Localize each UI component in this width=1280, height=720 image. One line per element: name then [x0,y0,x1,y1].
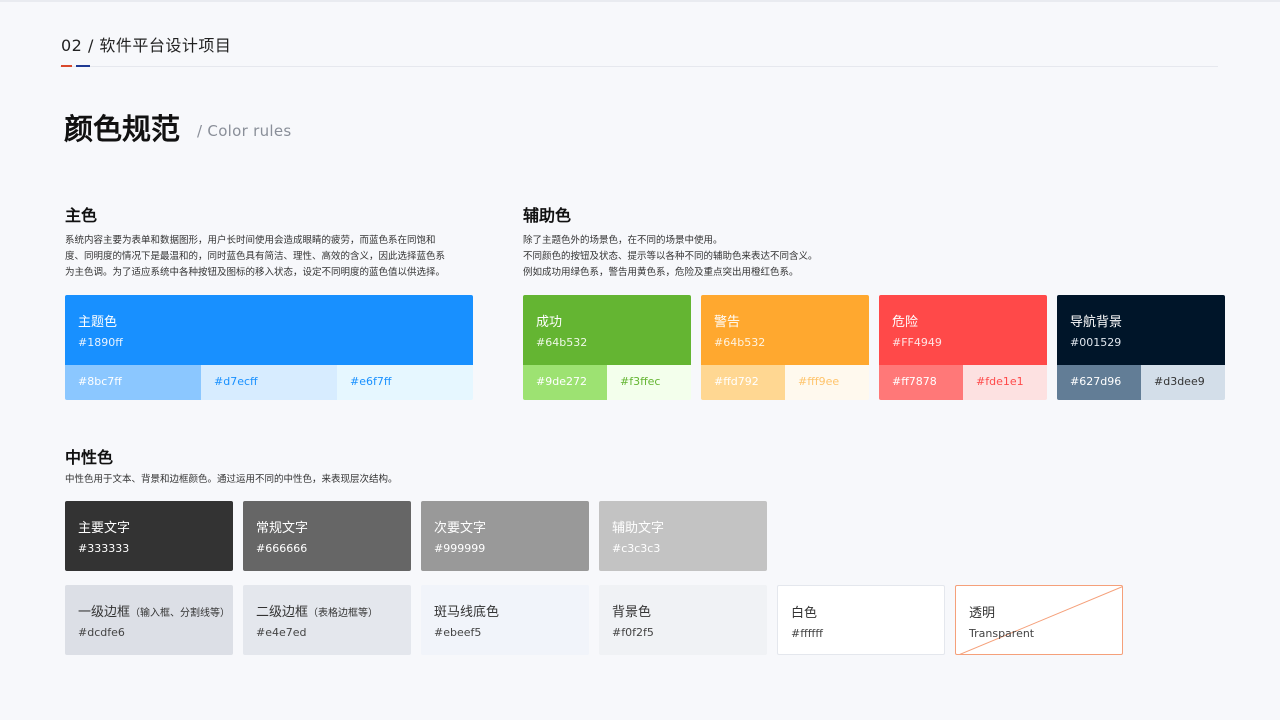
primary-tint-swatch: #e6f7ff [337,365,473,400]
nav-tint-swatch: #627d96 [1057,365,1141,400]
secondary-desc-line: 除了主题色外的场景色，在不同的场景中使用。 [523,235,723,246]
neutral-swatch-regular-text: 常规文字 #666666 [243,501,411,571]
swatch-name: 主要文字 [78,521,131,536]
danger-tint-swatch: #fde1e1 [963,365,1047,400]
swatch-name: 一级边框（输入框、分割线等） [78,601,230,620]
swatch-hex: #f0f2f5 [612,626,654,639]
neutral-swatch-auxiliary-text: 辅助文字 #c3c3c3 [599,501,767,571]
primary-swatch: 主题色 #1890ff [65,295,473,365]
primary-desc-line: 度、同明度的情况下是最温和的，同时蓝色具有简洁、理性、高效的含义，因此选择蓝色系 [65,251,446,262]
top-border [0,0,1280,2]
swatch-note: （输入框、分割线等） [130,608,231,619]
secondary-desc-line: 例如成功用绿色系，警告用黄色系，危险及重点突出用橙红色系。 [523,267,799,278]
tint-hex: #ffd792 [714,375,759,388]
tint-hex: #9de272 [536,375,587,388]
primary-section-title: 主色 [65,206,98,225]
header-accent-blue [76,65,90,67]
primary-color-card: 主题色 #1890ff #8bc7ff #d7ecff #e6f7ff [65,295,473,400]
page-title: 颜色规范 [64,112,181,146]
success-tint-swatch: #f3ffec [607,365,691,400]
neutral-section-title: 中性色 [65,448,114,467]
swatch-note: （表格边框等） [308,608,379,619]
nav-background-color-card: 导航背景 #001529 #627d96 #d3dee9 [1057,295,1225,400]
nav-tint-swatch: #d3dee9 [1141,365,1225,400]
neutral-swatch-level2-border: 二级边框（表格边框等） #e4e7ed [243,585,411,655]
tint-hex: #ff7878 [892,375,937,388]
success-tint-swatch: #9de272 [523,365,607,400]
swatch-name: 常规文字 [256,521,309,536]
swatch-hex: #c3c3c3 [612,542,661,555]
swatch-hex: #1890ff [78,336,123,349]
secondary-section-title: 辅助色 [523,206,572,225]
neutral-swatch-level1-border: 一级边框（输入框、分割线等） #dcdfe6 [65,585,233,655]
tint-hex: #8bc7ff [78,375,122,388]
warning-tint-swatch: #ffd792 [701,365,785,400]
swatch-hex: #64b532 [714,336,766,349]
swatch-name-text: 一级边框 [78,605,131,620]
primary-tint-swatch: #d7ecff [201,365,337,400]
neutral-desc-line: 中性色用于文本、背景和边框颜色。通过运用不同的中性色，来表现层次结构。 [65,474,398,485]
swatch-hex: Transparent [969,627,1035,640]
header-divider [60,66,1218,67]
page-subtitle: / Color rules [197,122,292,140]
warning-tint-swatch: #fff9ee [785,365,869,400]
tint-hex: #627d96 [1070,375,1122,388]
neutral-swatch-white: 白色 #ffffff [777,585,945,655]
primary-desc-line: 为主色调。为了适应系统中各种按钮及图标的移入状态，设定不同明度的蓝色值以供选择。 [65,267,446,278]
secondary-description: 除了主题色外的场景色，在不同的场景中使用。 不同颜色的按钮及状态、提示等以各种不… [523,233,818,281]
tint-hex: #e6f7ff [350,375,392,388]
swatch-name: 辅助文字 [612,521,665,536]
neutral-description: 中性色用于文本、背景和边框颜色。通过运用不同的中性色，来表现层次结构。 [65,472,398,488]
swatch-hex: #dcdfe6 [78,626,125,639]
swatch-name: 导航背景 [1070,315,1123,330]
header-accent-red [61,65,72,67]
danger-color-card: 危险 #FF4949 #ff7878 #fde1e1 [879,295,1047,400]
neutral-swatch-primary-text: 主要文字 #333333 [65,501,233,571]
tint-hex: #f3ffec [620,375,661,388]
neutral-swatch-background: 背景色 #f0f2f5 [599,585,767,655]
nav-background-swatch: 导航背景 #001529 [1057,295,1225,365]
swatch-name: 二级边框（表格边框等） [256,601,378,620]
primary-description: 系统内容主要为表单和数据图形，用户长时间使用会造成眼睛的疲劳，而蓝色系在同饱和 … [65,233,445,281]
swatch-hex: #ebeef5 [434,626,482,639]
warning-color-card: 警告 #64b532 #ffd792 #fff9ee [701,295,869,400]
swatch-name: 警告 [714,315,741,330]
neutral-swatch-secondary-text: 次要文字 #999999 [421,501,589,571]
neutral-swatch-zebra-stripe: 斑马线底色 #ebeef5 [421,585,589,655]
success-swatch: 成功 #64b532 [523,295,691,365]
neutral-swatch-transparent: 透明 Transparent [955,585,1123,655]
primary-tint-swatch: #8bc7ff [65,365,201,400]
tint-hex: #d7ecff [214,375,258,388]
swatch-name: 成功 [536,315,563,330]
swatch-hex: #333333 [78,542,130,555]
swatch-hex: #e4e7ed [256,626,307,639]
tint-hex: #fff9ee [798,375,840,388]
tint-hex: #fde1e1 [976,375,1024,388]
swatch-hex: #64b532 [536,336,588,349]
swatch-name: 背景色 [612,605,652,620]
tint-hex: #d3dee9 [1154,375,1205,388]
danger-tint-swatch: #ff7878 [879,365,963,400]
header-title: 02 / 软件平台设计项目 [61,36,232,55]
secondary-desc-line: 不同颜色的按钮及状态、提示等以各种不同的辅助色来表达不同含义。 [523,251,818,262]
swatch-name: 主题色 [78,315,118,330]
swatch-name: 透明 [969,606,996,621]
swatch-hex: #ffffff [791,627,823,640]
swatch-hex: #999999 [434,542,486,555]
swatch-hex: #666666 [256,542,308,555]
swatch-name: 白色 [791,606,818,621]
primary-desc-line: 系统内容主要为表单和数据图形，用户长时间使用会造成眼睛的疲劳，而蓝色系在同饱和 [65,235,436,246]
danger-swatch: 危险 #FF4949 [879,295,1047,365]
swatch-name-text: 二级边框 [256,605,309,620]
swatch-name: 斑马线底色 [434,605,500,620]
swatch-hex: #FF4949 [892,336,942,349]
warning-swatch: 警告 #64b532 [701,295,869,365]
swatch-name: 危险 [892,315,919,330]
swatch-hex: #001529 [1070,336,1122,349]
swatch-name: 次要文字 [434,521,487,536]
success-color-card: 成功 #64b532 #9de272 #f3ffec [523,295,691,400]
